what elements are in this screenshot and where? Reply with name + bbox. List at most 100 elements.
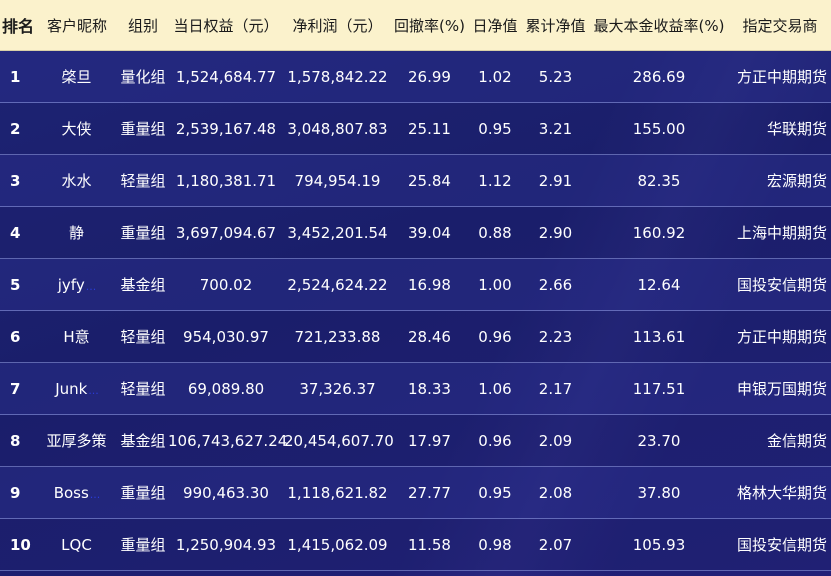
nickname-cell[interactable]: jyfy...: [36, 258, 118, 311]
equity-cell: 700.02: [168, 258, 284, 311]
header-daily-nav: 日净值: [468, 0, 522, 51]
max-return-cell: 160.92: [589, 206, 729, 259]
group-cell: 重量组: [118, 206, 168, 259]
nickname-text: LQC: [61, 535, 92, 554]
ellipsis: ...: [88, 383, 99, 397]
table-row: 8 亚厚多策 基金组 106,743,627.24 20,454,607.70 …: [0, 414, 831, 467]
nickname-cell[interactable]: 大侠: [36, 102, 118, 155]
nickname-text: jyfy: [57, 275, 85, 294]
broker-cell: 方正中期期货: [729, 310, 831, 363]
table-row: 1 棨旦 量化组 1,524,684.77 1,578,842.22 26.99…: [0, 50, 831, 103]
cumulative-nav-cell: 3.21: [522, 102, 589, 155]
daily-nav-cell: 0.88: [468, 206, 522, 259]
nickname-cell[interactable]: Junk...: [36, 362, 118, 415]
equity-cell: 106,743,627.24: [168, 414, 287, 467]
ellipsis: ...: [89, 487, 101, 501]
rank-cell: 5: [0, 258, 36, 311]
drawdown-cell: 26.99: [391, 50, 468, 103]
nickname-text: 静: [68, 224, 84, 242]
cumulative-nav-cell: 2.90: [522, 206, 589, 259]
nickname-cell[interactable]: 静: [36, 206, 118, 259]
cumulative-nav-cell: 2.07: [522, 518, 589, 571]
broker-cell: 国投安信期货: [729, 518, 831, 571]
table-row: 5 jyfy... 基金组 700.02 2,524,624.22 16.98 …: [0, 258, 831, 311]
nickname-text: Junk: [55, 379, 88, 398]
group-cell: 重量组: [118, 518, 168, 571]
equity-cell: 954,030.97: [168, 310, 284, 363]
header-net-profit: 净利润（元）: [284, 0, 391, 51]
rank-cell: 6: [0, 310, 36, 363]
header-nickname: 客户昵称: [36, 0, 118, 51]
nickname-text: 棨旦: [61, 68, 92, 86]
max-return-cell: 82.35: [589, 154, 729, 207]
broker-cell: 上海中期期货: [729, 206, 831, 259]
nickname-cell[interactable]: H意: [36, 310, 118, 363]
max-return-cell: 37.80: [589, 466, 729, 519]
drawdown-cell: 39.04: [391, 206, 468, 259]
drawdown-cell: 17.97: [391, 414, 468, 467]
table-row: 3 水水 轻量组 1,180,381.71 794,954.19 25.84 1…: [0, 154, 831, 207]
nickname-cell[interactable]: 亚厚多策: [36, 414, 118, 467]
net-profit-cell: 3,452,201.54: [284, 206, 391, 259]
max-return-cell: 117.51: [589, 362, 729, 415]
table-row: 7 Junk... 轻量组 69,089.80 37,326.37 18.33 …: [0, 362, 831, 415]
header-equity: 当日权益（元）: [168, 0, 284, 51]
equity-cell: 1,250,904.93: [168, 518, 284, 571]
cumulative-nav-cell: 2.09: [522, 414, 589, 467]
max-return-cell: 12.64: [589, 258, 729, 311]
table-row: 2 大侠 重量组 2,539,167.48 3,048,807.83 25.11…: [0, 102, 831, 155]
daily-nav-cell: 1.00: [468, 258, 522, 311]
equity-cell: 3,697,094.67: [168, 206, 284, 259]
rank-cell: 1: [0, 50, 36, 103]
nickname-cell[interactable]: Boss...: [36, 466, 118, 519]
header-max-return: 最大本金收益率(%): [589, 0, 729, 51]
group-cell: 轻量组: [118, 362, 168, 415]
table-header: 排名 客户昵称 组别 当日权益（元） 净利润（元） 回撤率(%) 日净值 累计净…: [0, 0, 831, 51]
net-profit-cell: 1,578,842.22: [284, 50, 391, 103]
table-row: 9 Boss... 重量组 990,463.30 1,118,621.82 27…: [0, 466, 831, 519]
nickname-cell[interactable]: LQC: [36, 518, 118, 571]
nickname-text: 大侠: [61, 120, 92, 138]
drawdown-cell: 25.84: [391, 154, 468, 207]
group-cell: 量化组: [118, 50, 168, 103]
rank-cell: 4: [0, 206, 36, 259]
rank-cell: 9: [0, 466, 36, 519]
broker-cell: 申银万国期货: [729, 362, 831, 415]
max-return-cell: 23.70: [589, 414, 729, 467]
header-cumulative-nav: 累计净值: [522, 0, 589, 51]
nickname-cell[interactable]: 水水: [36, 154, 118, 207]
nickname-text: 亚厚多策: [46, 432, 107, 450]
header-broker: 指定交易商: [729, 0, 831, 51]
daily-nav-cell: 0.96: [468, 414, 522, 467]
group-cell: 基金组: [118, 258, 168, 311]
max-return-cell: 286.69: [589, 50, 729, 103]
nickname-text: H意: [63, 328, 90, 346]
group-cell: 轻量组: [118, 310, 168, 363]
daily-nav-cell: 0.95: [468, 466, 522, 519]
table-row: 10 LQC 重量组 1,250,904.93 1,415,062.09 11.…: [0, 518, 831, 571]
rank-cell: 10: [0, 518, 36, 571]
daily-nav-cell: 1.06: [468, 362, 522, 415]
daily-nav-cell: 0.95: [468, 102, 522, 155]
equity-cell: 1,180,381.71: [168, 154, 284, 207]
drawdown-cell: 28.46: [391, 310, 468, 363]
broker-cell: 格林大华期货: [729, 466, 831, 519]
net-profit-cell: 1,118,621.82: [284, 466, 391, 519]
max-return-cell: 105.93: [589, 518, 729, 571]
net-profit-cell: 721,233.88: [284, 310, 391, 363]
max-return-cell: 155.00: [589, 102, 729, 155]
cumulative-nav-cell: 2.66: [522, 258, 589, 311]
net-profit-cell: 20,454,607.70: [284, 414, 394, 467]
drawdown-cell: 25.11: [391, 102, 468, 155]
net-profit-cell: 37,326.37: [284, 362, 391, 415]
table-row: 4 静 重量组 3,697,094.67 3,452,201.54 39.04 …: [0, 206, 831, 259]
daily-nav-cell: 0.96: [468, 310, 522, 363]
daily-nav-cell: 1.02: [468, 50, 522, 103]
net-profit-cell: 1,415,062.09: [284, 518, 391, 571]
group-cell: 轻量组: [118, 154, 168, 207]
net-profit-cell: 3,048,807.83: [284, 102, 391, 155]
daily-nav-cell: 1.12: [468, 154, 522, 207]
nickname-text: Boss: [53, 483, 89, 502]
nickname-cell[interactable]: 棨旦: [36, 50, 118, 103]
header-group: 组别: [118, 0, 168, 51]
